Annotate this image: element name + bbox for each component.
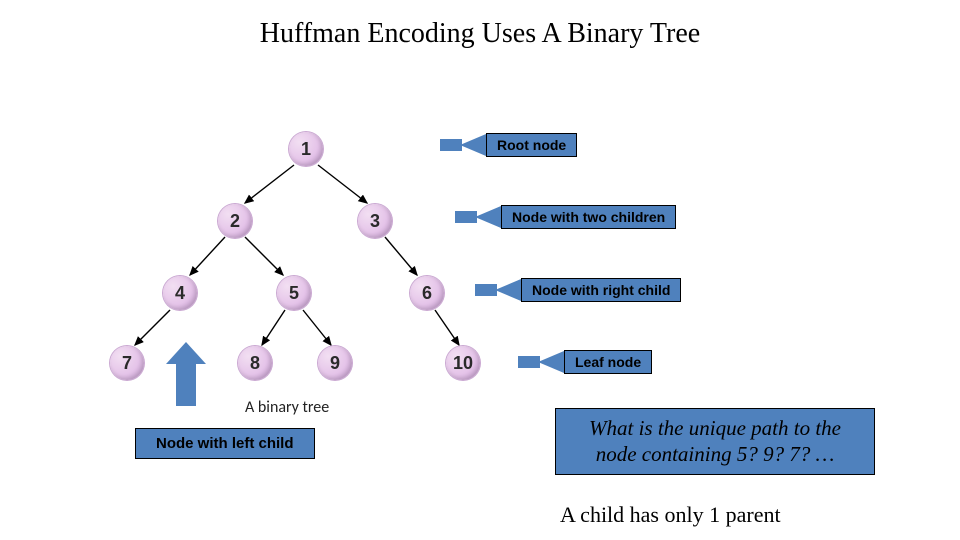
arrow-up-icon [166,342,206,406]
callout-leaf: Leaf node [518,350,652,374]
tree-node-2: 2 [218,204,252,238]
callout-right-child: Node with right child [475,278,681,302]
tree-node-9: 9 [318,346,352,380]
callout-label: Root node [486,133,577,157]
slide: Huffman Encoding Uses A Binary Tree 1 2 … [0,0,960,540]
callout-label: Node with two children [501,205,676,229]
callout-root: Root node [440,133,577,157]
tree-node-10: 10 [446,346,480,380]
tree-node-6: 6 [410,276,444,310]
callout-two-children: Node with two children [455,205,676,229]
left-child-label: Node with left child [135,428,315,459]
tree-node-1: 1 [289,132,323,166]
footnote-text: A child has only 1 parent [560,502,781,528]
callout-label: Leaf node [564,350,652,374]
tree-caption: A binary tree [245,398,329,417]
tree-node-7: 7 [110,346,144,380]
tree-node-5: 5 [277,276,311,310]
tree-node-3: 3 [358,204,392,238]
callout-label: Node with right child [521,278,681,302]
tree-node-8: 8 [238,346,272,380]
tree-node-4: 4 [163,276,197,310]
question-box: What is the unique path to the node cont… [555,408,875,475]
